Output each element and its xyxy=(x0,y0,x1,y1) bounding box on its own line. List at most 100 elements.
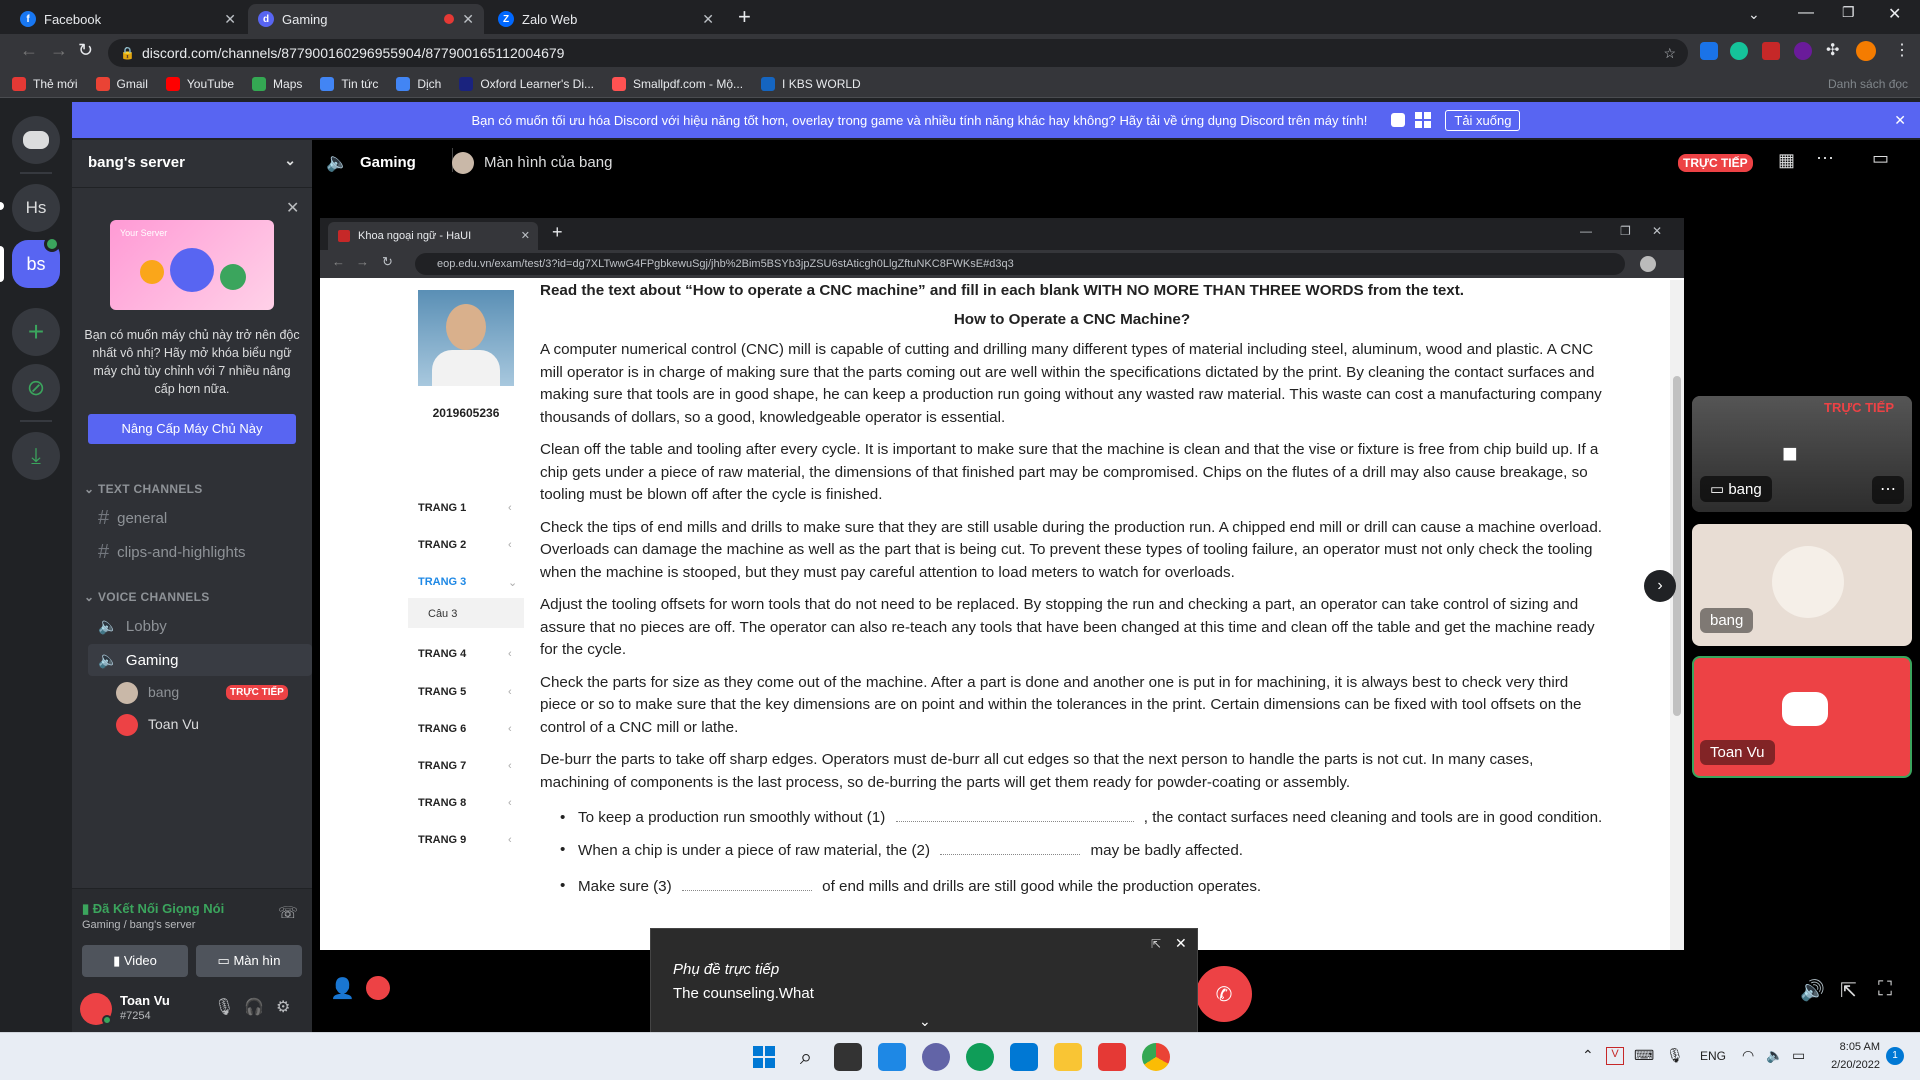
search-icon[interactable]: ⌕ xyxy=(792,1043,820,1071)
notification-badge[interactable]: 1 xyxy=(1886,1047,1904,1065)
more-options-icon[interactable]: ⋯ xyxy=(1816,148,1834,169)
speaker-icon: 🔈 xyxy=(98,652,118,669)
close-icon[interactable]: ✕ xyxy=(462,11,474,28)
participant-tile-toanvu[interactable]: Toan Vu xyxy=(1692,656,1912,778)
activity-icon[interactable] xyxy=(366,976,390,1000)
restore-button[interactable]: ❐ xyxy=(1842,4,1855,21)
bookmark-item[interactable]: I KBS WORLD xyxy=(761,76,861,91)
tab-gaming[interactable]: d Gaming ✕ xyxy=(248,4,484,34)
extension-icon[interactable] xyxy=(1794,42,1812,60)
next-arrow-button[interactable]: › xyxy=(1644,570,1676,602)
add-friend-icon[interactable]: 👤 xyxy=(330,976,355,1001)
microphone-icon[interactable]: 🎙 xyxy=(1666,1047,1684,1064)
settings-gear-icon[interactable]: ⚙ xyxy=(276,997,290,1017)
edge-icon[interactable] xyxy=(966,1043,994,1071)
grid-layout-icon[interactable]: ▦ xyxy=(1778,150,1795,171)
chevron-up-icon[interactable]: ⌃ xyxy=(1582,1047,1594,1064)
input-language[interactable]: ENG xyxy=(1700,1049,1726,1063)
shared-screen: Khoa ngoại ngữ - HaUI ✕ + — ❐ ✕ ← → ↻ eo… xyxy=(320,218,1684,950)
tab-search-icon[interactable]: ⌄ xyxy=(1748,6,1760,23)
battery-icon[interactable]: ▭ xyxy=(1792,1047,1805,1064)
chevron-down-icon[interactable]: ⌄ xyxy=(919,1013,931,1030)
widgets-icon[interactable] xyxy=(878,1043,906,1071)
back-icon[interactable]: ← xyxy=(20,40,38,61)
close-window-button[interactable]: ✕ xyxy=(1888,4,1901,24)
store-icon[interactable] xyxy=(1098,1043,1126,1071)
voice-channel-lobby[interactable]: 🔈 Lobby xyxy=(88,610,312,642)
grammarly-icon[interactable] xyxy=(1730,42,1748,60)
keyboard-icon[interactable]: ⌨ xyxy=(1634,1047,1654,1064)
tab-zalo[interactable]: Z Zalo Web ✕ xyxy=(488,4,724,34)
upgrade-server-button[interactable]: Nâng Cấp Máy Chủ Này xyxy=(88,414,296,444)
channel-general[interactable]: # general xyxy=(88,502,312,534)
close-icon[interactable]: ✕ xyxy=(702,11,714,28)
home-button[interactable] xyxy=(12,116,60,164)
more-options-icon[interactable]: ⋯ xyxy=(1872,476,1904,504)
minimize-button[interactable]: — xyxy=(1798,4,1814,22)
forward-icon[interactable]: → xyxy=(50,40,68,61)
participant-tile-bang-stream[interactable]: TRỰC TIẾP ■ ▭ bang ⋯ xyxy=(1692,396,1912,512)
participant-tile-bang[interactable]: bang xyxy=(1692,524,1912,646)
zalo-icon: Z xyxy=(498,11,514,27)
add-server-icon[interactable]: + xyxy=(12,308,60,356)
volume-icon[interactable]: 🔊 xyxy=(1800,978,1825,1003)
tray-app-icon[interactable]: V xyxy=(1606,1047,1624,1065)
bookmark-star-icon[interactable]: ☆ xyxy=(1663,39,1676,67)
wifi-icon[interactable]: ◠ xyxy=(1742,1047,1754,1064)
chrome-icon[interactable] xyxy=(1142,1043,1170,1071)
voice-channel-gaming[interactable]: 🔈 Gaming xyxy=(88,644,312,676)
bookmark-item[interactable]: Maps xyxy=(252,76,302,91)
close-banner-icon[interactable]: ✕ xyxy=(1894,112,1906,129)
voice-channels-header[interactable]: ⌄ VOICE CHANNELS xyxy=(84,590,210,604)
bookmark-item[interactable]: Thẻ mới xyxy=(12,76,78,91)
extension-icon[interactable] xyxy=(1700,42,1718,60)
voice-member-toanvu[interactable]: Toan Vu xyxy=(116,712,306,738)
extension-icon[interactable] xyxy=(1762,42,1780,60)
download-banner: Bạn có muốn tối ưu hóa Discord với hiệu … xyxy=(72,102,1920,138)
bookmark-item[interactable]: YouTube xyxy=(165,76,234,91)
headphones-icon[interactable]: 🎧 xyxy=(244,997,264,1017)
server-hs[interactable]: Hs xyxy=(12,184,60,232)
task-view-icon[interactable] xyxy=(834,1043,862,1071)
reload-icon[interactable]: ↻ xyxy=(78,40,93,61)
clock-time[interactable]: 8:05 AM xyxy=(1820,1041,1880,1053)
popout-icon[interactable]: ▭ xyxy=(1872,148,1889,169)
popout-icon[interactable]: ⇱ xyxy=(1151,937,1161,951)
mail-icon[interactable] xyxy=(1010,1043,1038,1071)
voice-member-bang[interactable]: bang TRỰC TIẾP xyxy=(116,680,306,706)
screen-share-button[interactable]: ▭ Màn hìn xyxy=(196,945,302,977)
profile-avatar[interactable] xyxy=(1856,41,1876,61)
address-bar[interactable]: 🔒 discord.com/channels/87790016029695590… xyxy=(108,39,1688,67)
character-icon xyxy=(220,264,246,290)
microphone-icon[interactable]: 🎙 xyxy=(214,997,234,1017)
teams-chat-icon[interactable] xyxy=(922,1043,950,1071)
puzzle-icon[interactable]: ✣ xyxy=(1826,40,1839,60)
bookmark-item[interactable]: Dịch xyxy=(396,76,441,91)
video-button[interactable]: ▮ Video xyxy=(82,945,188,977)
close-icon[interactable]: ✕ xyxy=(1175,935,1187,952)
bookmark-item[interactable]: Tin tức xyxy=(320,76,378,91)
server-header[interactable]: bang's server ⌄ xyxy=(72,140,312,188)
close-icon[interactable]: ✕ xyxy=(286,198,299,218)
start-windows-icon[interactable] xyxy=(750,1043,778,1071)
download-icon[interactable]: ⤓ xyxy=(12,432,60,480)
download-button[interactable]: Tải xuống xyxy=(1445,109,1521,131)
bookmark-item[interactable]: Gmail xyxy=(95,76,148,91)
explore-compass-icon[interactable]: ⊘ xyxy=(12,364,60,412)
disconnect-button[interactable]: ✆ xyxy=(1196,966,1252,1022)
text-channels-header[interactable]: ⌄ TEXT CHANNELS xyxy=(84,482,203,496)
channel-clips[interactable]: # clips-and-highlights xyxy=(88,536,312,568)
bookmark-item[interactable]: Oxford Learner's Di... xyxy=(459,76,594,91)
bookmark-item[interactable]: Smallpdf.com - Mộ... xyxy=(612,76,743,91)
file-explorer-icon[interactable] xyxy=(1054,1043,1082,1071)
popout-icon[interactable]: ⇱ xyxy=(1840,978,1857,1003)
reading-list[interactable]: Danh sách đọc xyxy=(1828,77,1908,91)
menu-icon[interactable]: ⋮ xyxy=(1894,40,1910,60)
new-tab-button[interactable]: + xyxy=(738,4,751,30)
close-icon[interactable]: ✕ xyxy=(224,11,236,28)
fullscreen-icon[interactable]: ⛶ xyxy=(1878,978,1892,1001)
volume-icon[interactable]: 🔈 xyxy=(1766,1047,1783,1064)
tab-facebook[interactable]: f Facebook ✕ xyxy=(10,4,246,34)
disconnect-icon[interactable]: ☏ xyxy=(278,903,298,923)
clock-date[interactable]: 2/20/2022 xyxy=(1820,1059,1880,1071)
